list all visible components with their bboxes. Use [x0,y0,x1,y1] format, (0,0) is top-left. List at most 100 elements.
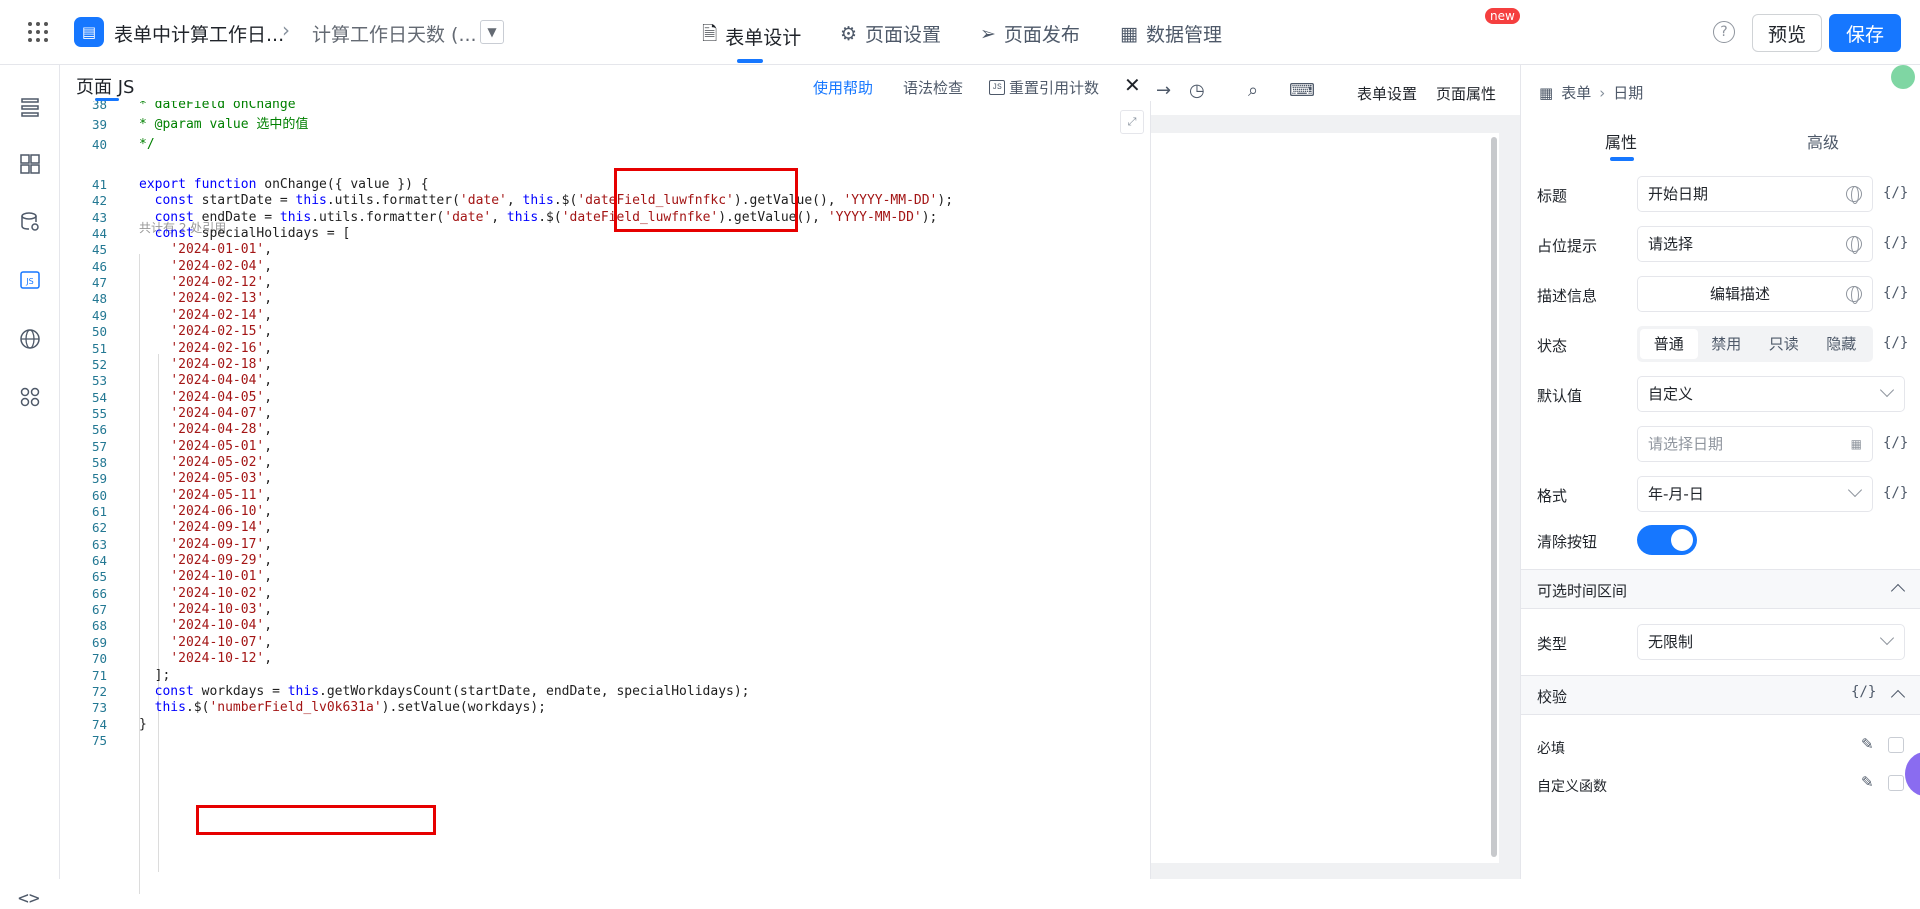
state-disabled[interactable]: 禁用 [1698,329,1756,359]
formula-icon[interactable]: {/} [1883,485,1908,501]
title-input[interactable]: 开始日期 [1637,176,1873,212]
code-line[interactable]: 40 */ [61,135,1151,155]
state-normal[interactable]: 普通 [1640,329,1698,359]
formula-icon[interactable]: {/} [1883,335,1908,351]
tab-data-management[interactable]: ▦ 数据管理 [1120,20,1222,47]
reset-ref-count-button[interactable]: JS 重置引用计数 [989,77,1099,98]
datasource-icon[interactable] [18,210,42,234]
tab-advanced[interactable]: 高级 [1807,129,1839,153]
redo-icon[interactable]: → [1156,80,1171,101]
canvas-scrollbar[interactable] [1491,137,1497,857]
code-view-icon[interactable]: <> [18,888,40,909]
outline-icon[interactable] [18,95,42,119]
js-icon[interactable]: JS [18,268,42,292]
default-value-select[interactable]: 自定义 [1637,376,1905,412]
chevron-right-icon: › [1599,83,1606,102]
description-label: 描述信息 [1537,287,1598,305]
calendar-icon: ▦ [1850,437,1862,451]
formula-icon[interactable]: {/} [1851,684,1876,700]
top-bar: ▤ 表单中计算工作日... › 计算工作日天数 (... ▼ 🗎 表单设计 ⚙ … [0,0,1920,65]
form-settings-button[interactable]: 表单设置 [1357,83,1417,104]
lint-button[interactable]: 语法检查 [903,77,963,98]
app-name[interactable]: 表单中计算工作日... [114,20,284,47]
line-number: 40 [91,137,107,152]
chevron-down-icon [1879,382,1895,398]
keyboard-icon[interactable]: ⌨ [1289,80,1315,101]
tab-label: 页面设置 [865,24,942,46]
clear-button-toggle[interactable] [1637,525,1697,555]
js-code-panel: 页面 JS 使用帮助 语法检查 JS 重置引用计数 ✕ ⤢ 共计有 2 处引用 … [61,65,1151,894]
placeholder-label: 占位提示 [1537,237,1598,255]
format-value: 年-月-日 [1648,485,1704,503]
custom-function-checkbox[interactable] [1888,775,1904,791]
active-tab-indicator [737,59,763,63]
state-segmented-control[interactable]: 普通 禁用 只读 隐藏 [1637,326,1873,362]
validation-section-header[interactable]: 校验 {/} [1521,675,1920,715]
chevron-down-icon [1847,482,1863,498]
canvas-page[interactable] [1151,133,1499,863]
placeholder-value: 请选择 [1648,235,1694,253]
page-name[interactable]: 计算工作日天数 (... [312,20,477,47]
app-grid-icon[interactable] [28,22,48,42]
state-readonly[interactable]: 只读 [1755,329,1813,359]
tab-label: 表单设计 [725,26,802,49]
new-badge: new [1485,8,1520,24]
edit-description-label: 编辑描述 [1709,285,1770,303]
history-icon[interactable]: ◷ [1189,80,1205,101]
tab-form-design[interactable]: 🗎 表单设计 [702,20,801,52]
formula-icon[interactable]: {/} [1883,185,1908,201]
state-label: 状态 [1537,337,1568,355]
default-value: 自定义 [1648,385,1694,403]
range-section-header[interactable]: 可选时间区间 [1521,569,1920,609]
svg-text:JS: JS [25,277,33,286]
edit-icon[interactable]: ✎ [1861,735,1874,753]
globe-icon[interactable] [1846,286,1862,304]
edit-icon[interactable]: ✎ [1861,773,1874,791]
plugins-icon[interactable] [18,385,42,409]
placeholder-input[interactable]: 请选择 [1637,226,1873,262]
help-link[interactable]: 使用帮助 [813,77,873,98]
code-line[interactable]: 39 * @param value 选中的值 [61,115,1151,135]
title-label: 标题 [1537,187,1568,205]
globe-icon[interactable] [1846,186,1862,204]
required-checkbox[interactable] [1888,737,1904,753]
save-button[interactable]: 保存 [1829,14,1901,52]
active-tab-indicator [1610,157,1634,161]
js-file-icon: JS [989,80,1005,95]
type-value: 无限制 [1648,633,1694,651]
format-select[interactable]: 年-月-日 [1637,476,1873,512]
help-icon[interactable]: ? [1713,21,1735,43]
search-icon[interactable]: ⌕ [1248,80,1258,101]
components-icon[interactable] [18,152,42,176]
tab-properties[interactable]: 属性 [1605,129,1637,153]
form-icon: ▦ [1539,83,1554,102]
formula-icon[interactable]: {/} [1883,435,1908,451]
breadcrumb-leaf: 日期 [1613,84,1644,102]
default-date-picker[interactable]: 请选择日期 ▦ [1637,426,1873,462]
type-select[interactable]: 无限制 [1637,624,1905,660]
tab-label: 页面发布 [1003,24,1080,46]
close-icon[interactable]: ✕ [1124,73,1141,97]
highlight-box [614,168,798,232]
chevron-right-icon: › [282,18,290,42]
title-value: 开始日期 [1648,185,1709,203]
page-props-button[interactable]: 页面属性 [1436,83,1496,104]
reset-label: 重置引用计数 [1009,79,1100,97]
tab-page-publish[interactable]: ➢ 页面发布 [980,20,1080,47]
formula-icon[interactable]: {/} [1883,285,1908,301]
page-dropdown-button[interactable]: ▼ [480,20,504,44]
breadcrumb-root[interactable]: 表单 [1561,82,1591,103]
edit-description-button[interactable]: 编辑描述 [1637,276,1873,312]
avatar[interactable] [1891,65,1915,89]
tab-label: 数据管理 [1145,24,1222,46]
expand-icon[interactable]: ⤢ [1120,110,1144,134]
custom-function-label: 自定义函数 [1537,779,1607,795]
code-line[interactable]: 75 [61,731,1151,751]
formula-icon[interactable]: {/} [1883,235,1908,251]
preview-button[interactable]: 预览 [1752,14,1822,52]
line-number: 75 [91,732,107,748]
globe-icon[interactable] [18,327,42,351]
state-hidden[interactable]: 隐藏 [1813,329,1871,359]
globe-icon[interactable] [1846,236,1862,254]
tab-page-settings[interactable]: ⚙ 页面设置 [840,20,941,47]
